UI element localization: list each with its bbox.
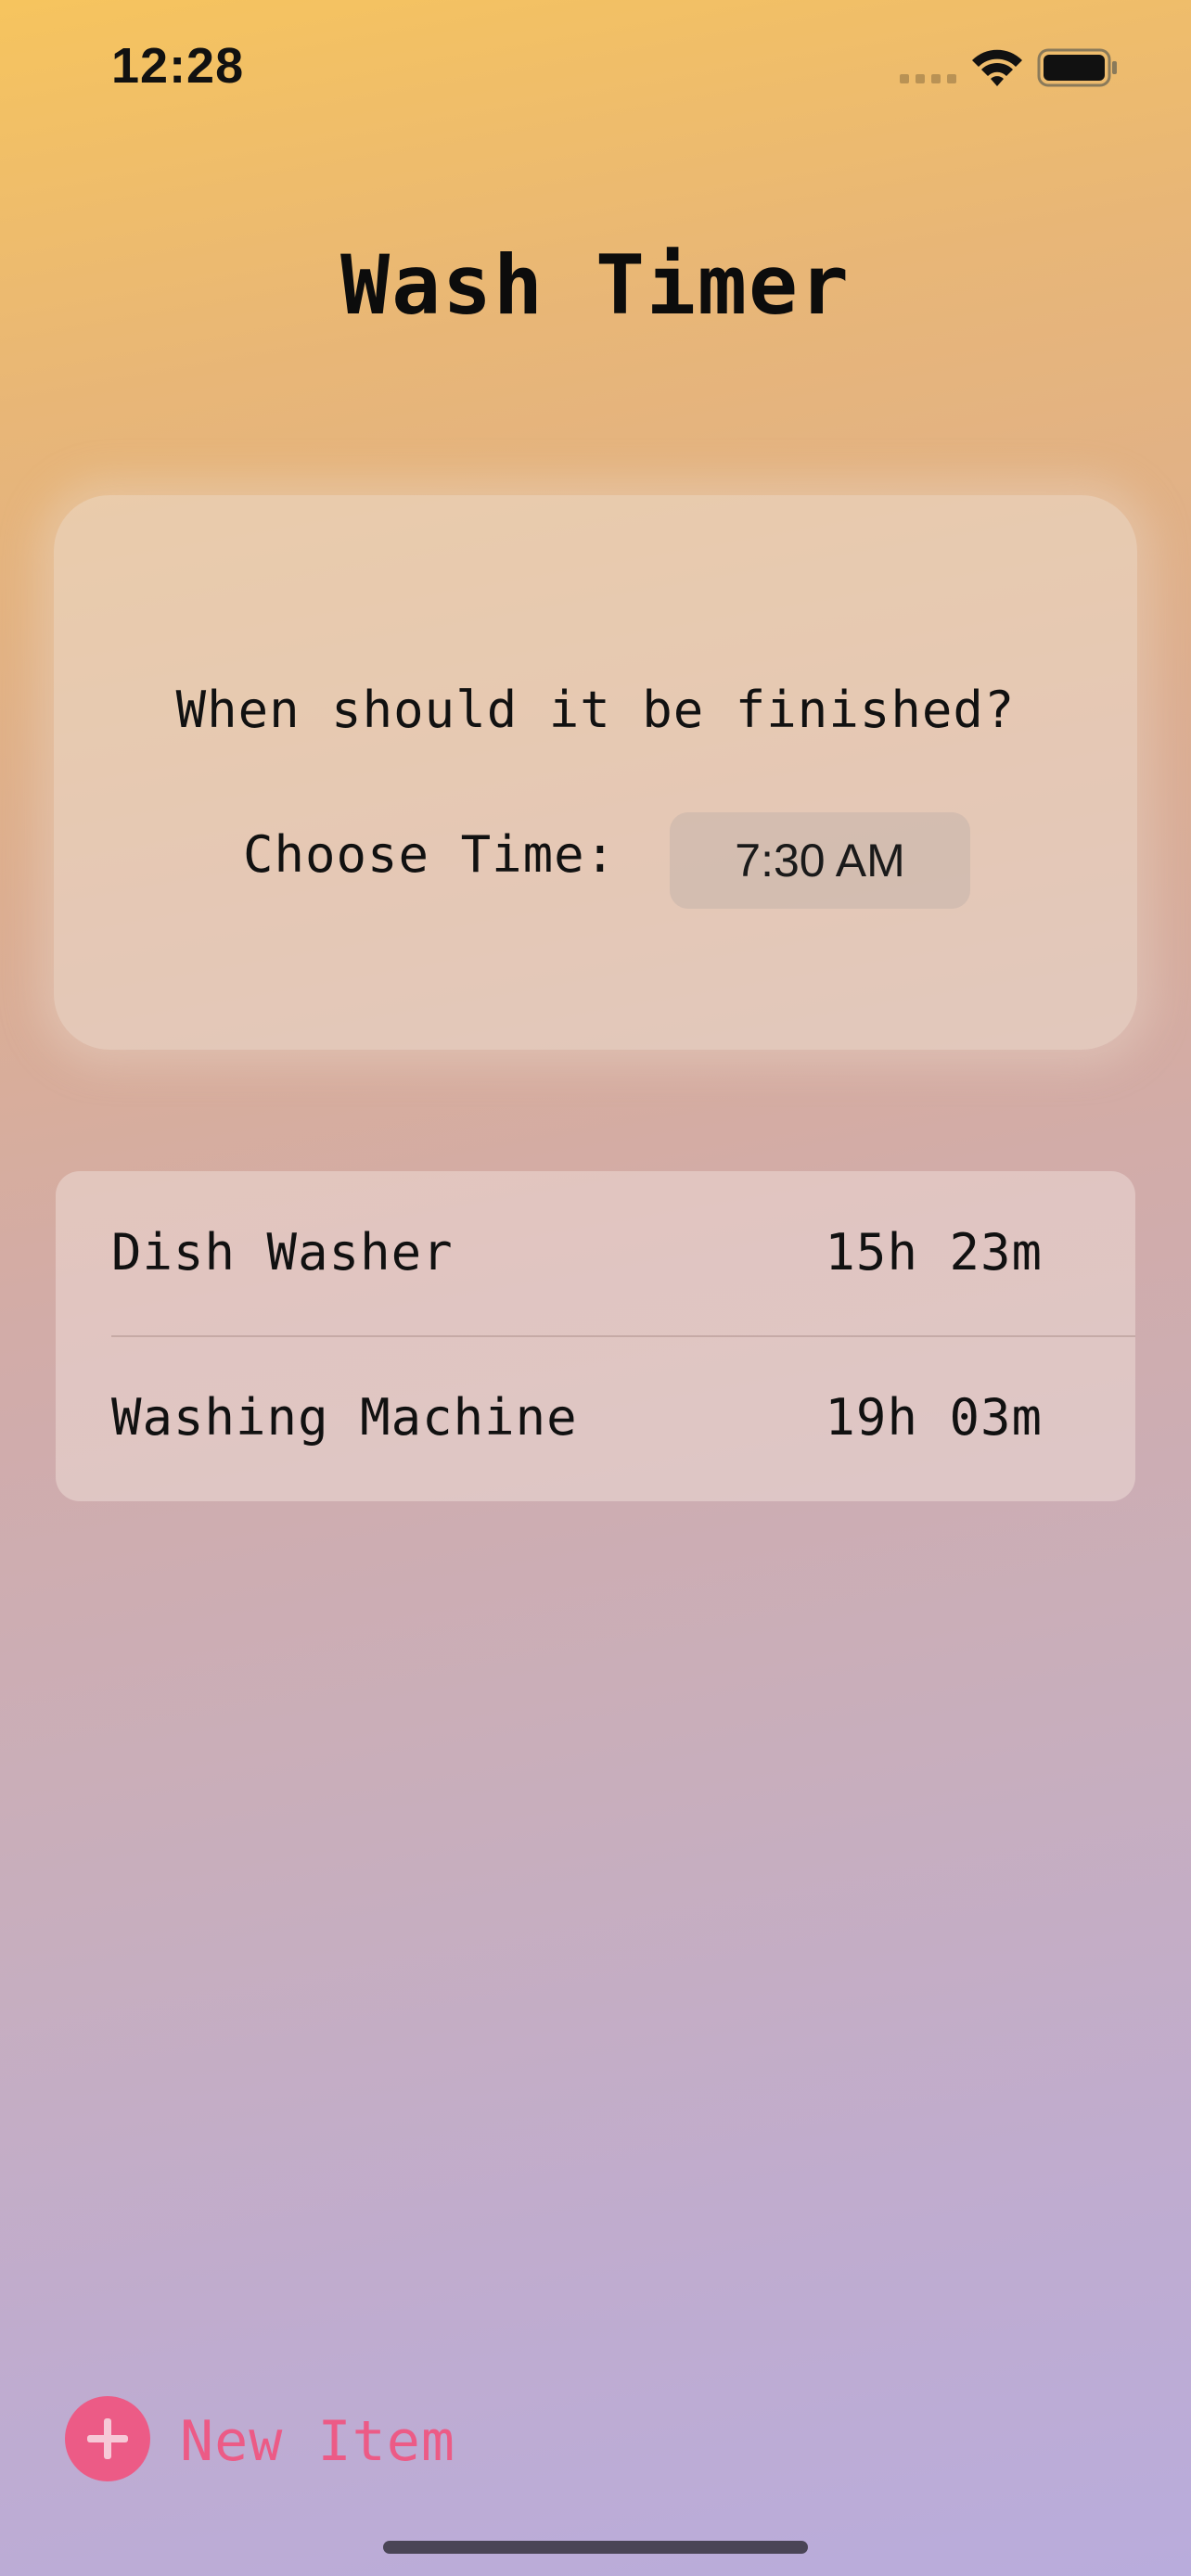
item-name: Dish Washer [111, 1223, 454, 1282]
status-bar: 12:28 [0, 0, 1191, 139]
finish-time-question: When should it be finished? [175, 681, 1016, 739]
appliance-list: Dish Washer 15h 23m Washing Machine 19h … [56, 1171, 1135, 1501]
finish-time-card: When should it be finished? Choose Time:… [54, 495, 1137, 1050]
list-item-dish-washer[interactable]: Dish Washer 15h 23m [56, 1171, 1135, 1337]
item-name: Washing Machine [111, 1388, 578, 1447]
page-title: Wash Timer [340, 237, 851, 333]
new-item-button[interactable]: New Item [65, 2396, 492, 2481]
item-duration: 15h 23m [825, 1223, 1043, 1282]
time-picker-button[interactable]: 7:30 AM [670, 812, 970, 909]
home-indicator[interactable] [383, 2541, 808, 2554]
choose-time-label: Choose Time: [243, 825, 617, 884]
list-item-washing-machine[interactable]: Washing Machine 19h 03m [56, 1336, 1135, 1501]
battery-icon [1037, 46, 1119, 89]
status-time: 12:28 [111, 38, 245, 94]
plus-circle-icon [65, 2396, 150, 2481]
new-item-label: New Item [180, 2409, 455, 2474]
wifi-icon [969, 46, 1025, 89]
item-duration: 19h 03m [825, 1388, 1043, 1447]
cellular-signal-icon [900, 74, 957, 83]
